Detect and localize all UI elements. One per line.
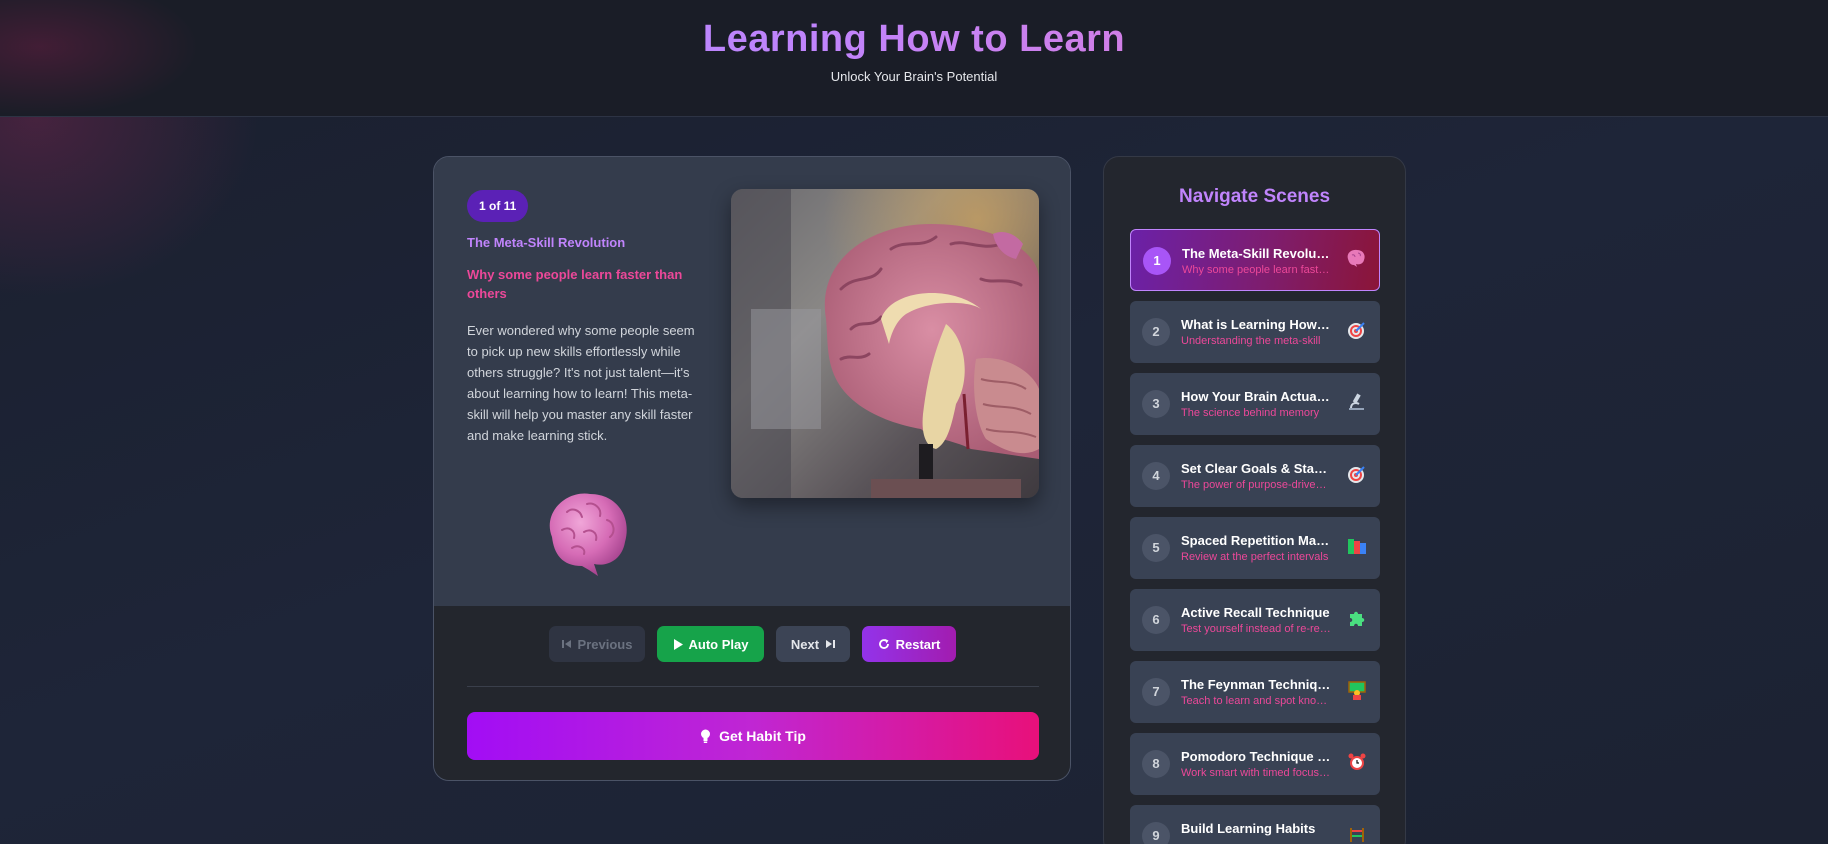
scene-item-title: How Your Brain Actually Learns [1181,389,1331,404]
scene-number: 5 [1142,534,1170,562]
scene-number: 7 [1142,678,1170,706]
habit-tip-label: Get Habit Tip [719,728,806,744]
scene-item-subtitle: Test yourself instead of re-reading [1181,623,1331,635]
target-icon [1346,320,1368,342]
previous-button[interactable]: Previous [549,626,645,662]
scene-item-title: Pomodoro Technique for Focus [1181,749,1331,764]
habit-icon [1346,824,1368,844]
page-subtitle: Unlock Your Brain's Potential [830,69,998,84]
scene-item-1[interactable]: 1 The Meta-Skill Revolution Why some peo… [1130,229,1380,291]
app-header: Learning How to Learn Unlock Your Brain'… [0,0,1828,117]
scene-item-3[interactable]: 3 How Your Brain Actually Learns The sci… [1130,373,1380,435]
scene-item-subtitle: Work smart with timed focus sessions [1181,767,1331,779]
scene-item-title: Build Learning Habits [1181,821,1316,836]
scene-number: 6 [1142,606,1170,634]
next-button[interactable]: Next [776,626,850,662]
books-icon [1346,536,1368,558]
scene-description: Ever wondered why some people seem to pi… [467,323,695,443]
scene-item-title: Active Recall Technique [1181,605,1330,620]
brain-icon [1345,249,1367,271]
scene-number: 3 [1142,390,1170,418]
next-label: Next [790,636,820,652]
scene-item-5[interactable]: 5 Spaced Repetition Magic Review at the … [1130,517,1380,579]
scene-navigation-sidebar: Navigate Scenes 1 The Meta-Skill Revolut… [1103,156,1406,844]
scene-item-subtitle: Review at the perfect intervals [1181,551,1329,563]
scene-item-title: The Meta-Skill Revolution [1182,246,1332,261]
scene-card: 1 of 11 The Meta-Skill Revolution Why so… [433,156,1071,781]
scene-item-2[interactable]: 2 What is Learning How to Learn? Underst… [1130,301,1380,363]
restart-button[interactable]: Restart [862,626,956,662]
alarm-clock-icon [1346,752,1368,774]
scene-number: 8 [1142,750,1170,778]
brain-icon [532,482,642,582]
scene-item-9[interactable]: 9 Build Learning Habits [1130,805,1380,844]
scene-number: 1 [1143,247,1171,275]
page-title: Learning How to Learn [0,18,1828,61]
restart-label: Restart [895,636,941,652]
scene-item-title: The Feynman Technique [1181,677,1331,692]
puzzle-icon [1346,608,1368,630]
scene-item-subtitle: Understanding the meta-skill [1181,335,1321,347]
scene-item-subtitle: Teach to learn and spot knowledge gaps [1181,695,1331,707]
controls-divider [467,686,1039,687]
scene-subtitle: Why some people learn faster than others [467,267,683,301]
lightbulb-icon [701,729,711,743]
target-icon [1346,464,1368,486]
scene-item-title: What is Learning How to Learn? [1181,317,1331,332]
scene-item-7[interactable]: 7 The Feynman Technique Teach to learn a… [1130,661,1380,723]
auto-play-label: Auto Play [688,636,749,652]
scene-number: 9 [1142,822,1170,844]
sidebar-title: Navigate Scenes [1178,186,1331,207]
skip-forward-icon [826,640,836,648]
scene-title: The Meta-Skill Revolution [467,235,626,250]
skip-back-icon [561,640,571,648]
scene-item-title: Set Clear Goals & Stay Focused [1181,461,1331,476]
restart-icon [878,639,889,649]
scene-number: 4 [1142,462,1170,490]
scene-item-8[interactable]: 8 Pomodoro Technique for Focus Work smar… [1130,733,1380,795]
auto-play-button[interactable]: Auto Play [657,626,764,662]
scene-content: 1 of 11 The Meta-Skill Revolution Why so… [434,157,1070,606]
microscope-icon [1346,392,1368,414]
previous-label: Previous [577,636,633,652]
controls-panel: Previous Auto Play Next Restart Get Habi… [434,606,1070,780]
habit-tip-button[interactable]: Get Habit Tip [467,712,1039,760]
play-icon [673,638,683,650]
scene-number: 2 [1142,318,1170,346]
scene-item-subtitle: Why some people learn faster than others [1182,264,1332,276]
scene-item-4[interactable]: 4 Set Clear Goals & Stay Focused The pow… [1130,445,1380,507]
scene-item-subtitle: The power of purpose-driven learning [1181,479,1331,491]
teacher-icon [1346,680,1368,702]
scene-item-6[interactable]: 6 Active Recall Technique Test yourself … [1130,589,1380,651]
scene-item-title: Spaced Repetition Magic [1181,533,1331,548]
scene-item-subtitle: The science behind memory [1181,407,1320,419]
scene-counter-badge: 1 of 11 [467,190,529,222]
brain-model-image [731,189,1039,498]
